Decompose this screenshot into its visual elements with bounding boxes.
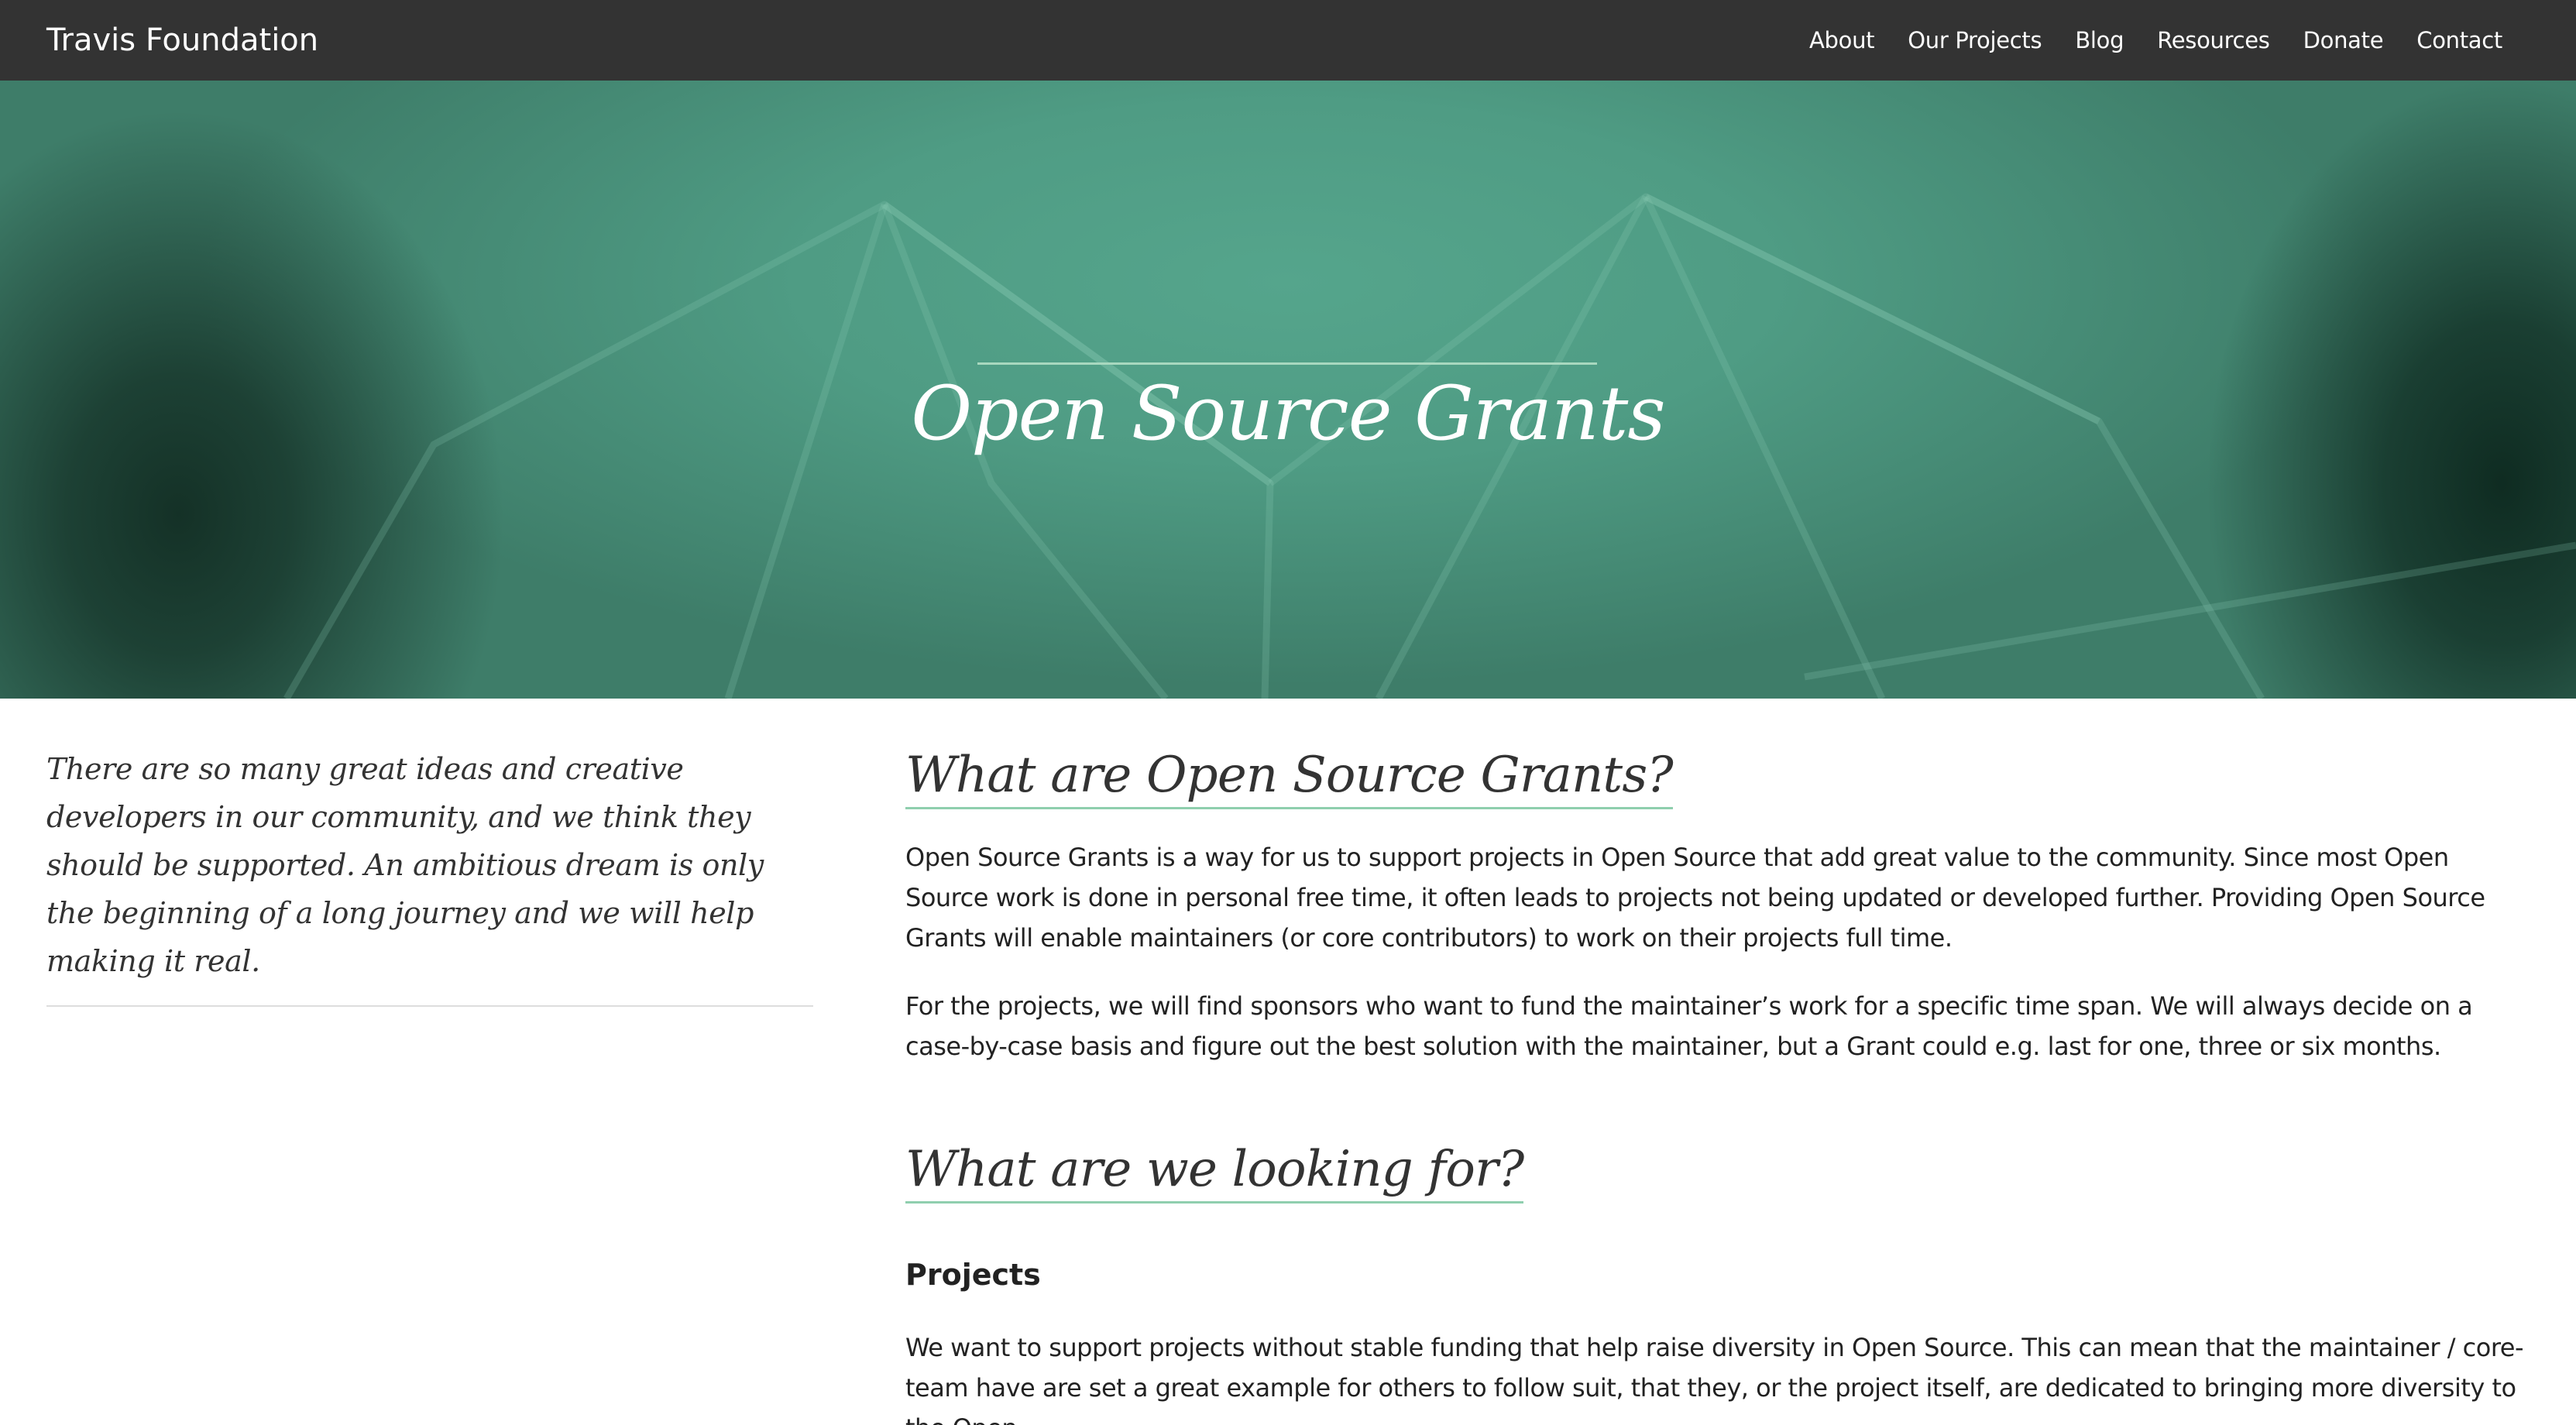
main-content: What are Open Source Grants? Open Source…: [905, 745, 2532, 1425]
hero-title: Open Source Grants: [911, 370, 1665, 457]
sidebar: There are so many great ideas and creati…: [46, 745, 813, 1007]
brand-link[interactable]: Travis Foundation: [46, 22, 318, 58]
nav-link-blog[interactable]: Blog: [2075, 27, 2124, 53]
paragraph-grants-sponsors: For the projects, we will find sponsors …: [905, 991, 2473, 1061]
nav-menu: About Our Projects Blog Resources Donate…: [1776, 0, 2502, 81]
section-heading-what-are-grants: What are Open Source Grants?: [905, 745, 1674, 809]
nav-link-donate[interactable]: Donate: [2303, 27, 2384, 53]
nav-link-resources[interactable]: Resources: [2157, 27, 2270, 53]
hero-banner: Open Source Grants: [0, 81, 2576, 699]
nav-link-about[interactable]: About: [1809, 27, 1875, 53]
paragraph-grants-intro: Open Source Grants is a way for us to su…: [905, 843, 2485, 953]
sidebar-quote: There are so many great ideas and creati…: [46, 752, 764, 978]
subheading-projects: Projects: [905, 1258, 1041, 1292]
hero-title-rule: [977, 362, 1597, 365]
top-navbar: Travis Foundation About Our Projects Blo…: [0, 0, 2576, 81]
sidebar-divider: [46, 1005, 813, 1007]
paragraph-projects: We want to support projects without stab…: [905, 1333, 2524, 1425]
section-heading-looking-for: What are we looking for?: [905, 1139, 1524, 1204]
nav-link-contact[interactable]: Contact: [2416, 27, 2502, 53]
nav-link-our-projects[interactable]: Our Projects: [1908, 27, 2042, 53]
